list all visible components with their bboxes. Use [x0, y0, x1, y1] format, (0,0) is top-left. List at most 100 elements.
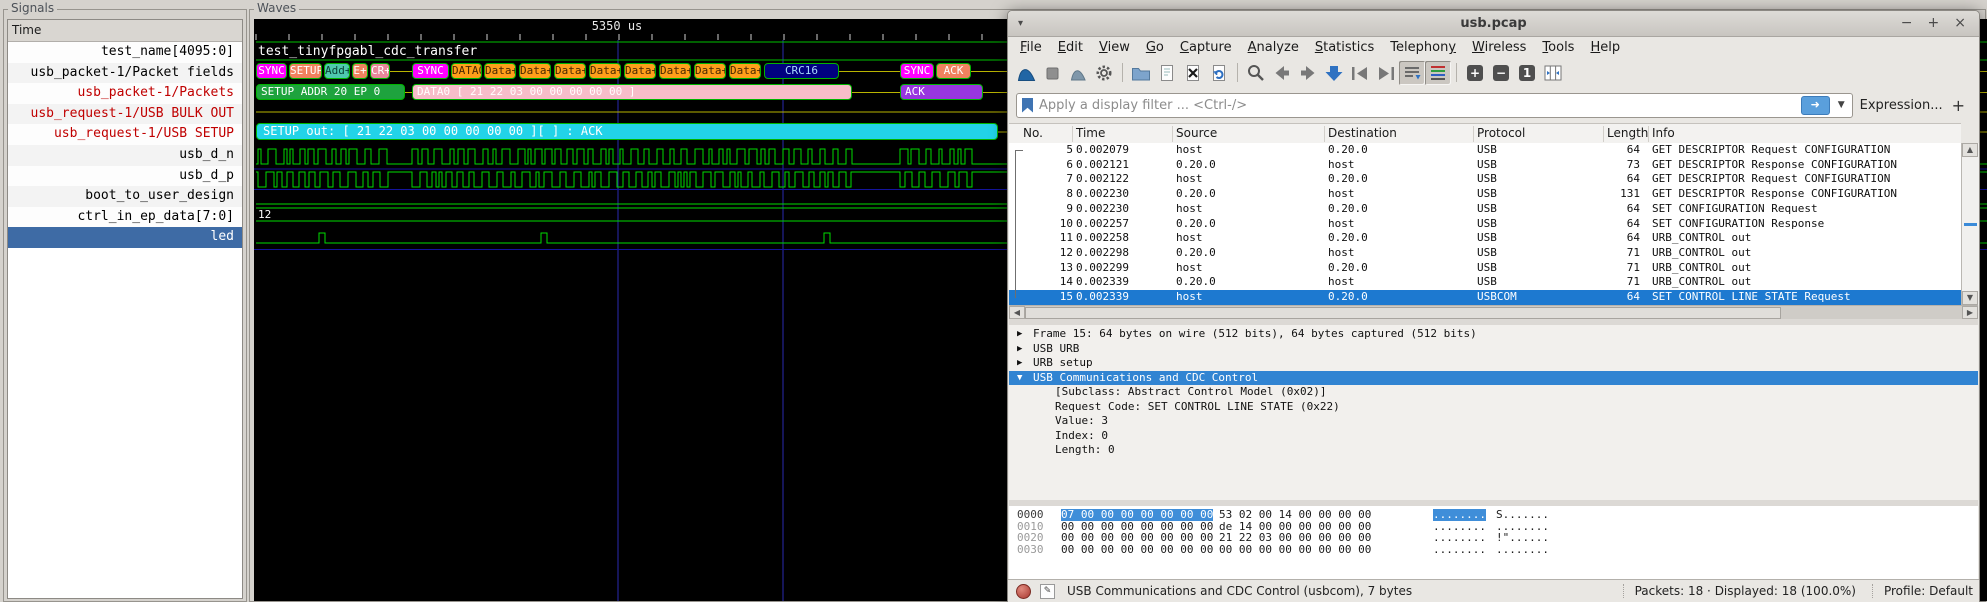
zoom-out-button[interactable]: −	[1488, 61, 1514, 85]
ascii-0-7[interactable]: ........	[1433, 544, 1486, 556]
field-sync[interactable]: SYNC	[900, 63, 934, 79]
detail-row-usb-communications-and-cdc-c[interactable]: ▼USB Communications and CDC Control	[1009, 371, 1978, 386]
scroll-down-icon[interactable]: ▼	[1962, 291, 1978, 305]
packet-row-14[interactable]: 140.0023390.20.0hostUSB71URB_CONTROL out	[1009, 275, 1961, 290]
packet-list-hscrollbar[interactable]: ◀ ▶	[1009, 305, 1978, 320]
menu-item-analyze[interactable]: Analyze	[1240, 37, 1307, 58]
detail-row-subclass-abstract-control[interactable]: [Subclass: Abstract Control Model (0x02)…	[1009, 385, 1978, 400]
signal-row-usb-request-1-usb-bulk-out[interactable]: usb_request-1/USB BULK OUT	[8, 104, 242, 125]
apply-filter-button[interactable]: ➜	[1801, 96, 1830, 115]
field-data[interactable]: Data+	[519, 63, 551, 79]
close-file-button[interactable]	[1180, 61, 1206, 85]
field-data[interactable]: Data+	[659, 63, 691, 79]
field-data0[interactable]: DATA0	[451, 63, 482, 79]
stop-capture-button[interactable]	[1039, 61, 1065, 85]
packet-data0-21-22-03-00-00-00-00-00[interactable]: DATA0 [ 21 22 03 00 00 00 00 00 ]	[412, 84, 852, 100]
column-header-protocol[interactable]: Protocol	[1477, 124, 1525, 143]
ascii-8-15[interactable]: ........	[1496, 544, 1549, 556]
column-divider[interactable]	[1473, 126, 1474, 142]
packet-setup-addr-20-ep-0[interactable]: SETUP ADDR 20 EP 0	[256, 84, 405, 100]
add-filter-button[interactable]: +	[1950, 96, 1971, 115]
hscroll-thumb[interactable]	[1025, 307, 1781, 319]
scroll-right-icon[interactable]: ▶	[1962, 306, 1978, 319]
expert-info-icon[interactable]	[1016, 584, 1031, 599]
packet-row-15[interactable]: 150.002339host0.20.0USBCOM64SET CONTROL …	[1009, 290, 1961, 305]
capture-options-button[interactable]	[1091, 61, 1117, 85]
packet-row-9[interactable]: 90.002230host0.20.0USB64SET CONFIGURATIO…	[1009, 202, 1961, 217]
field-data[interactable]: Data+	[624, 63, 656, 79]
column-header-length[interactable]: Length	[1607, 124, 1648, 143]
field-add[interactable]: Add+	[324, 63, 350, 79]
hex-bytes-0-7[interactable]: 07 00 00 00 00 00 00 00	[1061, 509, 1213, 521]
scroll-up-icon[interactable]: ▲	[1962, 143, 1978, 157]
column-header-info[interactable]: Info	[1652, 124, 1675, 143]
detail-row-request-code-set-control-li[interactable]: Request Code: SET CONTROL LINE STATE (0x…	[1009, 400, 1978, 415]
signal-row-usb-packet-1-packet-fields[interactable]: usb_packet-1/Packet fields	[8, 63, 242, 84]
scroll-left-icon[interactable]: ◀	[1009, 306, 1025, 319]
auto-scroll-button[interactable]	[1399, 61, 1425, 85]
hex-bytes-8-15[interactable]: 53 02 00 14 00 00 00 00	[1219, 509, 1371, 521]
field-data[interactable]: Data+	[554, 63, 586, 79]
menu-item-telephony[interactable]: Telephony	[1382, 37, 1464, 58]
menu-item-wireless[interactable]: Wireless	[1464, 37, 1534, 58]
status-profile[interactable]: Profile: Default	[1884, 584, 1973, 598]
signal-row-boot-to-user-design[interactable]: boot_to_user_design	[8, 186, 242, 207]
close-button[interactable]: ×	[1954, 11, 1966, 36]
detail-row-value-3[interactable]: Value: 3	[1009, 414, 1978, 429]
hex-row-0000[interactable]: 000007 00 00 00 00 00 00 0053 02 00 14 0…	[1009, 509, 1978, 521]
restart-capture-button[interactable]	[1065, 61, 1091, 85]
collapse-icon[interactable]: ▼	[1017, 371, 1022, 386]
go-back-button[interactable]	[1269, 61, 1295, 85]
menu-item-edit[interactable]: Edit	[1050, 37, 1091, 58]
column-header-no[interactable]: No.	[1023, 124, 1043, 143]
ascii-0-7[interactable]: ........	[1433, 509, 1486, 521]
menu-item-go[interactable]: Go	[1138, 37, 1172, 58]
detail-row-index-0[interactable]: Index: 0	[1009, 429, 1978, 444]
column-divider[interactable]	[1324, 126, 1325, 142]
expand-icon[interactable]: ▶	[1017, 356, 1022, 371]
packet-row-7[interactable]: 70.002122host0.20.0USB64GET DESCRIPTOR R…	[1009, 172, 1961, 187]
menu-item-tools[interactable]: Tools	[1534, 37, 1582, 58]
hex-bytes-8-15[interactable]: 00 00 00 00 00 00 00 00	[1219, 544, 1371, 556]
expand-icon[interactable]: ▶	[1017, 327, 1022, 342]
field-crc16[interactable]: CRC16	[764, 63, 839, 79]
find-packet-button[interactable]	[1243, 61, 1269, 85]
field-e[interactable]: E+	[352, 63, 368, 79]
column-divider[interactable]	[1172, 126, 1173, 142]
packet-row-13[interactable]: 130.002299host0.20.0USB71URB_CONTROL out	[1009, 261, 1961, 276]
maximize-button[interactable]: +	[1928, 11, 1940, 36]
detail-row-length-0[interactable]: Length: 0	[1009, 443, 1978, 458]
request-setup-out[interactable]: SETUP out: [ 21 22 03 00 00 00 00 00 ][ …	[256, 123, 998, 140]
hex-bytes-0-7[interactable]: 00 00 00 00 00 00 00 00	[1061, 544, 1213, 556]
field-sync[interactable]: SYNC	[412, 63, 449, 79]
resize-columns-button[interactable]	[1540, 61, 1566, 85]
signal-row-usb-d-p[interactable]: usb_d_p	[8, 166, 242, 187]
packet-ack[interactable]: ACK	[900, 84, 983, 100]
menu-item-view[interactable]: View	[1091, 37, 1138, 58]
field-data[interactable]: Data+	[589, 63, 621, 79]
packet-list-header[interactable]: No.TimeSourceDestinationProtocolLengthIn…	[1009, 123, 1961, 145]
go-first-packet-button[interactable]	[1347, 61, 1373, 85]
field-data[interactable]: Data+	[484, 63, 516, 79]
packet-row-11[interactable]: 110.002258host0.20.0USB64URB_CONTROL out	[1009, 231, 1961, 246]
signal-row-usb-request-1-usb-setup[interactable]: usb_request-1/USB SETUP	[8, 124, 242, 145]
column-divider[interactable]	[1072, 126, 1073, 142]
packet-row-8[interactable]: 80.0022300.20.0hostUSB131GET DESCRIPTOR …	[1009, 187, 1961, 202]
signal-row-usb-packet-1-packets[interactable]: usb_packet-1/Packets	[8, 83, 242, 104]
field-cr[interactable]: CR+	[370, 63, 390, 79]
detail-row-frame-15-64-bytes-on-wire[interactable]: ▶Frame 15: 64 bytes on wire (512 bits), …	[1009, 327, 1978, 342]
menu-item-capture[interactable]: Capture	[1172, 37, 1240, 58]
detail-row-urb-setup[interactable]: ▶URB setup	[1009, 356, 1978, 371]
titlebar[interactable]: ▾ usb.pcap − + ×	[1008, 11, 1979, 37]
start-capture-button[interactable]	[1013, 61, 1039, 85]
filter-bookmark-icon[interactable]	[1022, 98, 1033, 113]
hex-row-0030[interactable]: 003000 00 00 00 00 00 00 0000 00 00 00 0…	[1009, 544, 1978, 556]
open-file-button[interactable]	[1128, 61, 1154, 85]
field-sync[interactable]: SYNC	[256, 63, 287, 79]
packet-row-6[interactable]: 60.0021210.20.0hostUSB73GET DESCRIPTOR R…	[1009, 158, 1961, 173]
zoom-100-button[interactable]: 1	[1514, 61, 1540, 85]
field-data[interactable]: Data+	[694, 63, 726, 79]
packet-list-vscrollbar[interactable]: ▲ ▼	[1961, 143, 1979, 305]
field-data[interactable]: Data+	[729, 63, 761, 79]
packet-row-10[interactable]: 100.0022570.20.0hostUSB64SET CONFIGURATI…	[1009, 217, 1961, 232]
